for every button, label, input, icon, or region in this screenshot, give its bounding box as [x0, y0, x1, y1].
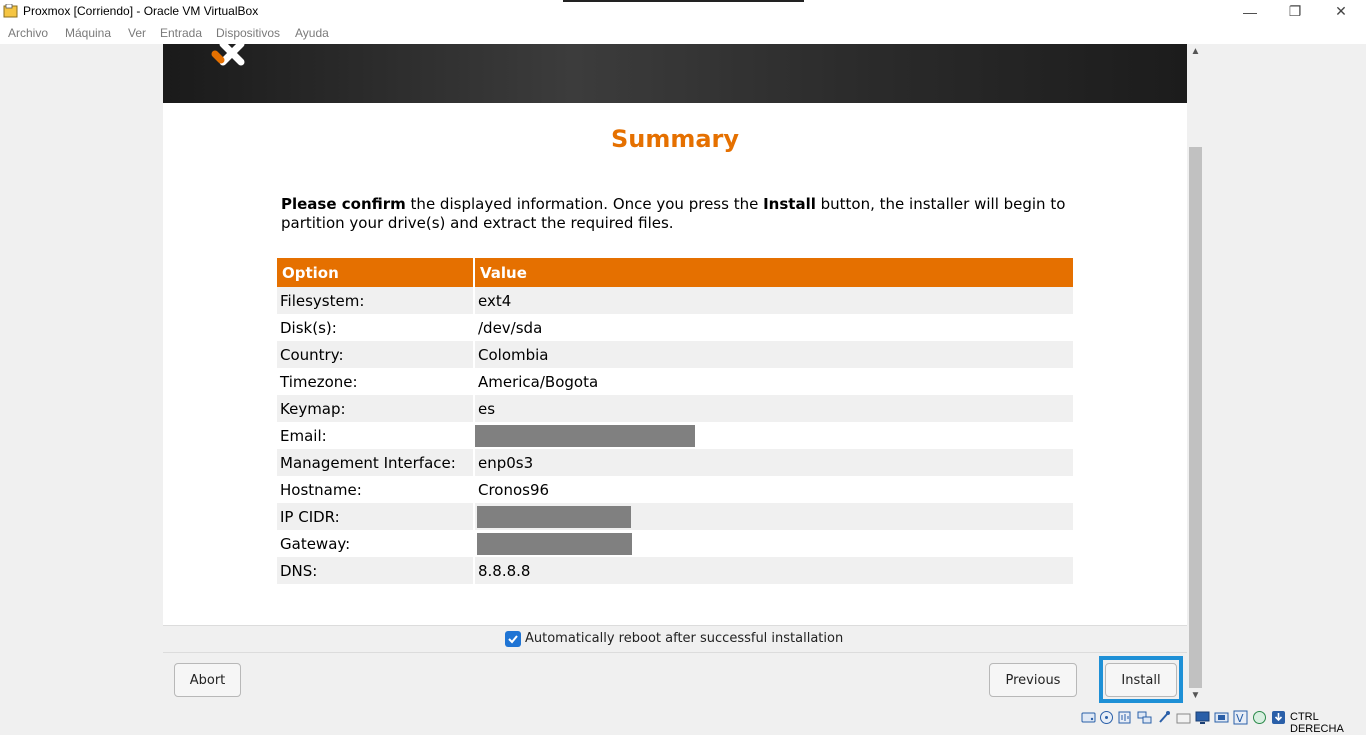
- table-row: Management Interface: enp0s3: [277, 449, 1073, 476]
- restore-icon: ❐: [1288, 3, 1302, 19]
- menu-maquina[interactable]: Máquina: [65, 26, 111, 40]
- value-cell: America/Bogota: [475, 368, 1073, 395]
- virtualization-icon[interactable]: V: [1233, 710, 1248, 725]
- minimize-icon: —: [1243, 3, 1257, 20]
- audio-icon[interactable]: [1117, 710, 1132, 725]
- menu-archivo[interactable]: Archivo: [8, 26, 48, 40]
- shared-folders-icon[interactable]: [1176, 710, 1191, 725]
- mouse-integration-icon[interactable]: [1271, 710, 1286, 725]
- menu-ver[interactable]: Ver: [128, 26, 146, 40]
- value-cell: Cronos96: [475, 476, 1073, 503]
- reboot-checkbox-label[interactable]: Automatically reboot after successful in…: [525, 631, 843, 646]
- table-row: Keymap: es: [277, 395, 1073, 422]
- installer-banner: [163, 44, 1187, 103]
- close-button[interactable]: ✕: [1318, 0, 1364, 23]
- value-cell: [475, 422, 1073, 449]
- host-key-label: CTRL DERECHA: [1290, 711, 1344, 735]
- option-cell: Country:: [277, 341, 475, 368]
- option-cell: Email:: [277, 422, 475, 449]
- proxmox-logo-icon: [211, 44, 245, 66]
- table-row: IP CIDR:: [277, 503, 1073, 530]
- table-row: Disk(s):/dev/sda: [277, 314, 1073, 341]
- minimize-button[interactable]: —: [1227, 0, 1273, 23]
- column-header-value: Value: [475, 258, 1073, 287]
- menu-bar: Archivo Máquina Ver Entrada Dispositivos…: [0, 23, 1366, 44]
- option-cell: Hostname:: [277, 476, 475, 503]
- option-cell: Filesystem:: [277, 287, 475, 314]
- value-cell: enp0s3: [475, 449, 1073, 476]
- table-row: Country: Colombia: [277, 341, 1073, 368]
- reboot-option-bar: Automatically reboot after successful in…: [163, 625, 1187, 653]
- svg-text:V: V: [1236, 712, 1244, 725]
- redacted-value: [477, 505, 631, 528]
- scroll-thumb[interactable]: [1189, 147, 1202, 688]
- menu-dispositivos[interactable]: Dispositivos: [216, 26, 280, 40]
- network-icon[interactable]: [1137, 710, 1152, 725]
- value-cell: [475, 503, 1073, 530]
- vm-display[interactable]: Summary Please confirm the displayed inf…: [0, 44, 1366, 707]
- table-row: Hostname: Cronos96: [277, 476, 1073, 503]
- redacted-value: [477, 532, 632, 555]
- redacted-value: [475, 424, 695, 447]
- value-cell: es: [475, 395, 1073, 422]
- usb-icon[interactable]: [1157, 710, 1172, 725]
- value-cell: 8.8.8.8: [475, 557, 1073, 584]
- option-cell: Management Interface:: [277, 449, 475, 476]
- table-header-row: Option Value: [277, 258, 1073, 287]
- top-edge-indicator: [563, 0, 804, 2]
- value-cell: [475, 530, 1073, 557]
- intro-text: Please confirm the displayed information…: [281, 195, 1081, 233]
- abort-button[interactable]: Abort: [174, 663, 241, 697]
- optical-drive-icon[interactable]: [1099, 710, 1114, 725]
- previous-button[interactable]: Previous: [989, 663, 1077, 697]
- menu-entrada[interactable]: Entrada: [160, 26, 202, 40]
- intro-bold-confirm: Please confirm: [281, 195, 406, 213]
- guest-additions-icon[interactable]: [1252, 710, 1267, 725]
- vm-status-bar: V CTRL DERECHA: [0, 707, 1366, 735]
- checkmark-icon: [508, 635, 518, 644]
- proxmox-installer: Summary Please confirm the displayed inf…: [163, 44, 1187, 707]
- installer-button-bar: Abort Previous Install: [163, 653, 1187, 707]
- scroll-up-arrow-icon[interactable]: ▲: [1187, 46, 1204, 60]
- value-cell: Colombia: [475, 341, 1073, 368]
- intro-text-part1: the displayed information. Once you pres…: [405, 195, 764, 213]
- install-button[interactable]: Install: [1105, 663, 1177, 697]
- virtualbox-app-icon: [3, 4, 18, 18]
- reboot-checkbox[interactable]: [505, 631, 521, 647]
- scroll-down-arrow-icon[interactable]: ▼: [1187, 690, 1204, 704]
- window-titlebar: Proxmox [Corriendo] - Oracle VM VirtualB…: [0, 0, 1366, 23]
- page-title: Summary: [610, 125, 740, 153]
- table-row: Email:: [277, 422, 1073, 449]
- video-capture-icon[interactable]: [1214, 710, 1229, 725]
- intro-bold-install: Install: [763, 195, 816, 213]
- menu-ayuda[interactable]: Ayuda: [295, 26, 329, 40]
- table-row: Gateway:: [277, 530, 1073, 557]
- vertical-scrollbar[interactable]: ▲ ▼: [1187, 44, 1204, 707]
- value-cell: ext4: [475, 287, 1073, 314]
- option-cell: Timezone:: [277, 368, 475, 395]
- option-cell: DNS:: [277, 557, 475, 584]
- window-title: Proxmox [Corriendo] - Oracle VM VirtualB…: [23, 4, 259, 18]
- option-cell: Gateway:: [277, 530, 475, 557]
- close-icon: ✕: [1335, 3, 1347, 19]
- table-row: Filesystem: ext4: [277, 287, 1073, 314]
- value-cell: /dev/sda: [475, 314, 1073, 341]
- hard-disk-icon[interactable]: [1081, 710, 1096, 725]
- table-row: DNS: 8.8.8.8: [277, 557, 1073, 584]
- display-icon[interactable]: [1195, 710, 1210, 725]
- summary-table: Option Value Filesystem: ext4 Disk(s):/dev…: [277, 258, 1073, 584]
- option-cell: Disk(s):: [277, 314, 475, 341]
- column-header-option: Option: [277, 258, 475, 287]
- table-row: Timezone: America/Bogota: [277, 368, 1073, 395]
- option-cell: Keymap:: [277, 395, 475, 422]
- option-cell: IP CIDR:: [277, 503, 475, 530]
- restore-button[interactable]: ❐: [1272, 0, 1318, 23]
